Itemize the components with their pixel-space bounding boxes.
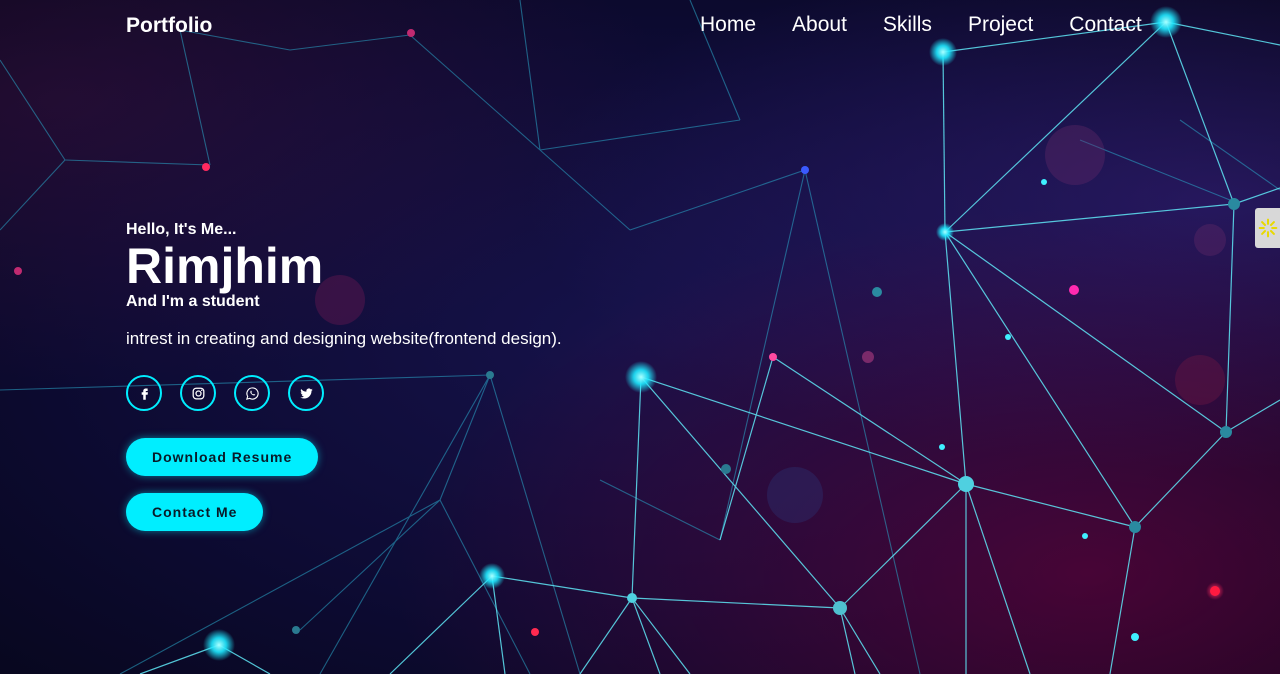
- contact-button-wrapper: Contact Me: [126, 493, 726, 531]
- hero-name: Rimjhim: [126, 238, 324, 294]
- instagram-icon: [192, 387, 204, 399]
- whatsapp-link[interactable]: [234, 375, 270, 411]
- facebook-icon: [141, 388, 148, 400]
- hero-section: Hello, It's Me... Rimjhim And I'm a stud…: [126, 220, 726, 531]
- contact-me-button[interactable]: Contact Me: [126, 493, 264, 531]
- side-settings-tab[interactable]: [1255, 208, 1280, 248]
- site-header: Portfolio Home About Skills Project Cont…: [0, 0, 1280, 54]
- facebook-link[interactable]: [126, 375, 162, 411]
- settings-icon: [1258, 218, 1277, 238]
- portfolio-page: Portfolio Home About Skills Project Cont…: [0, 0, 1280, 674]
- twitter-link[interactable]: [288, 375, 324, 411]
- whatsapp-icon: [245, 386, 259, 400]
- hero-description: intrest in creating and designing websit…: [126, 329, 562, 348]
- hero-greeting: Hello, It's Me...: [126, 221, 237, 238]
- nav-about[interactable]: About: [792, 13, 847, 37]
- nav-project[interactable]: Project: [968, 13, 1033, 37]
- logo[interactable]: Portfolio: [126, 14, 212, 38]
- nav-skills[interactable]: Skills: [883, 13, 932, 37]
- resume-button-wrapper: Download Resume: [126, 438, 726, 476]
- social-links: [126, 375, 726, 411]
- main-nav: Home About Skills Project Contact: [700, 13, 1178, 37]
- twitter-icon: [299, 387, 313, 399]
- instagram-link[interactable]: [180, 375, 216, 411]
- download-resume-button[interactable]: Download Resume: [126, 438, 319, 476]
- hero-role: And I'm a student: [126, 293, 260, 310]
- nav-contact[interactable]: Contact: [1069, 13, 1141, 37]
- nav-home[interactable]: Home: [700, 13, 756, 37]
